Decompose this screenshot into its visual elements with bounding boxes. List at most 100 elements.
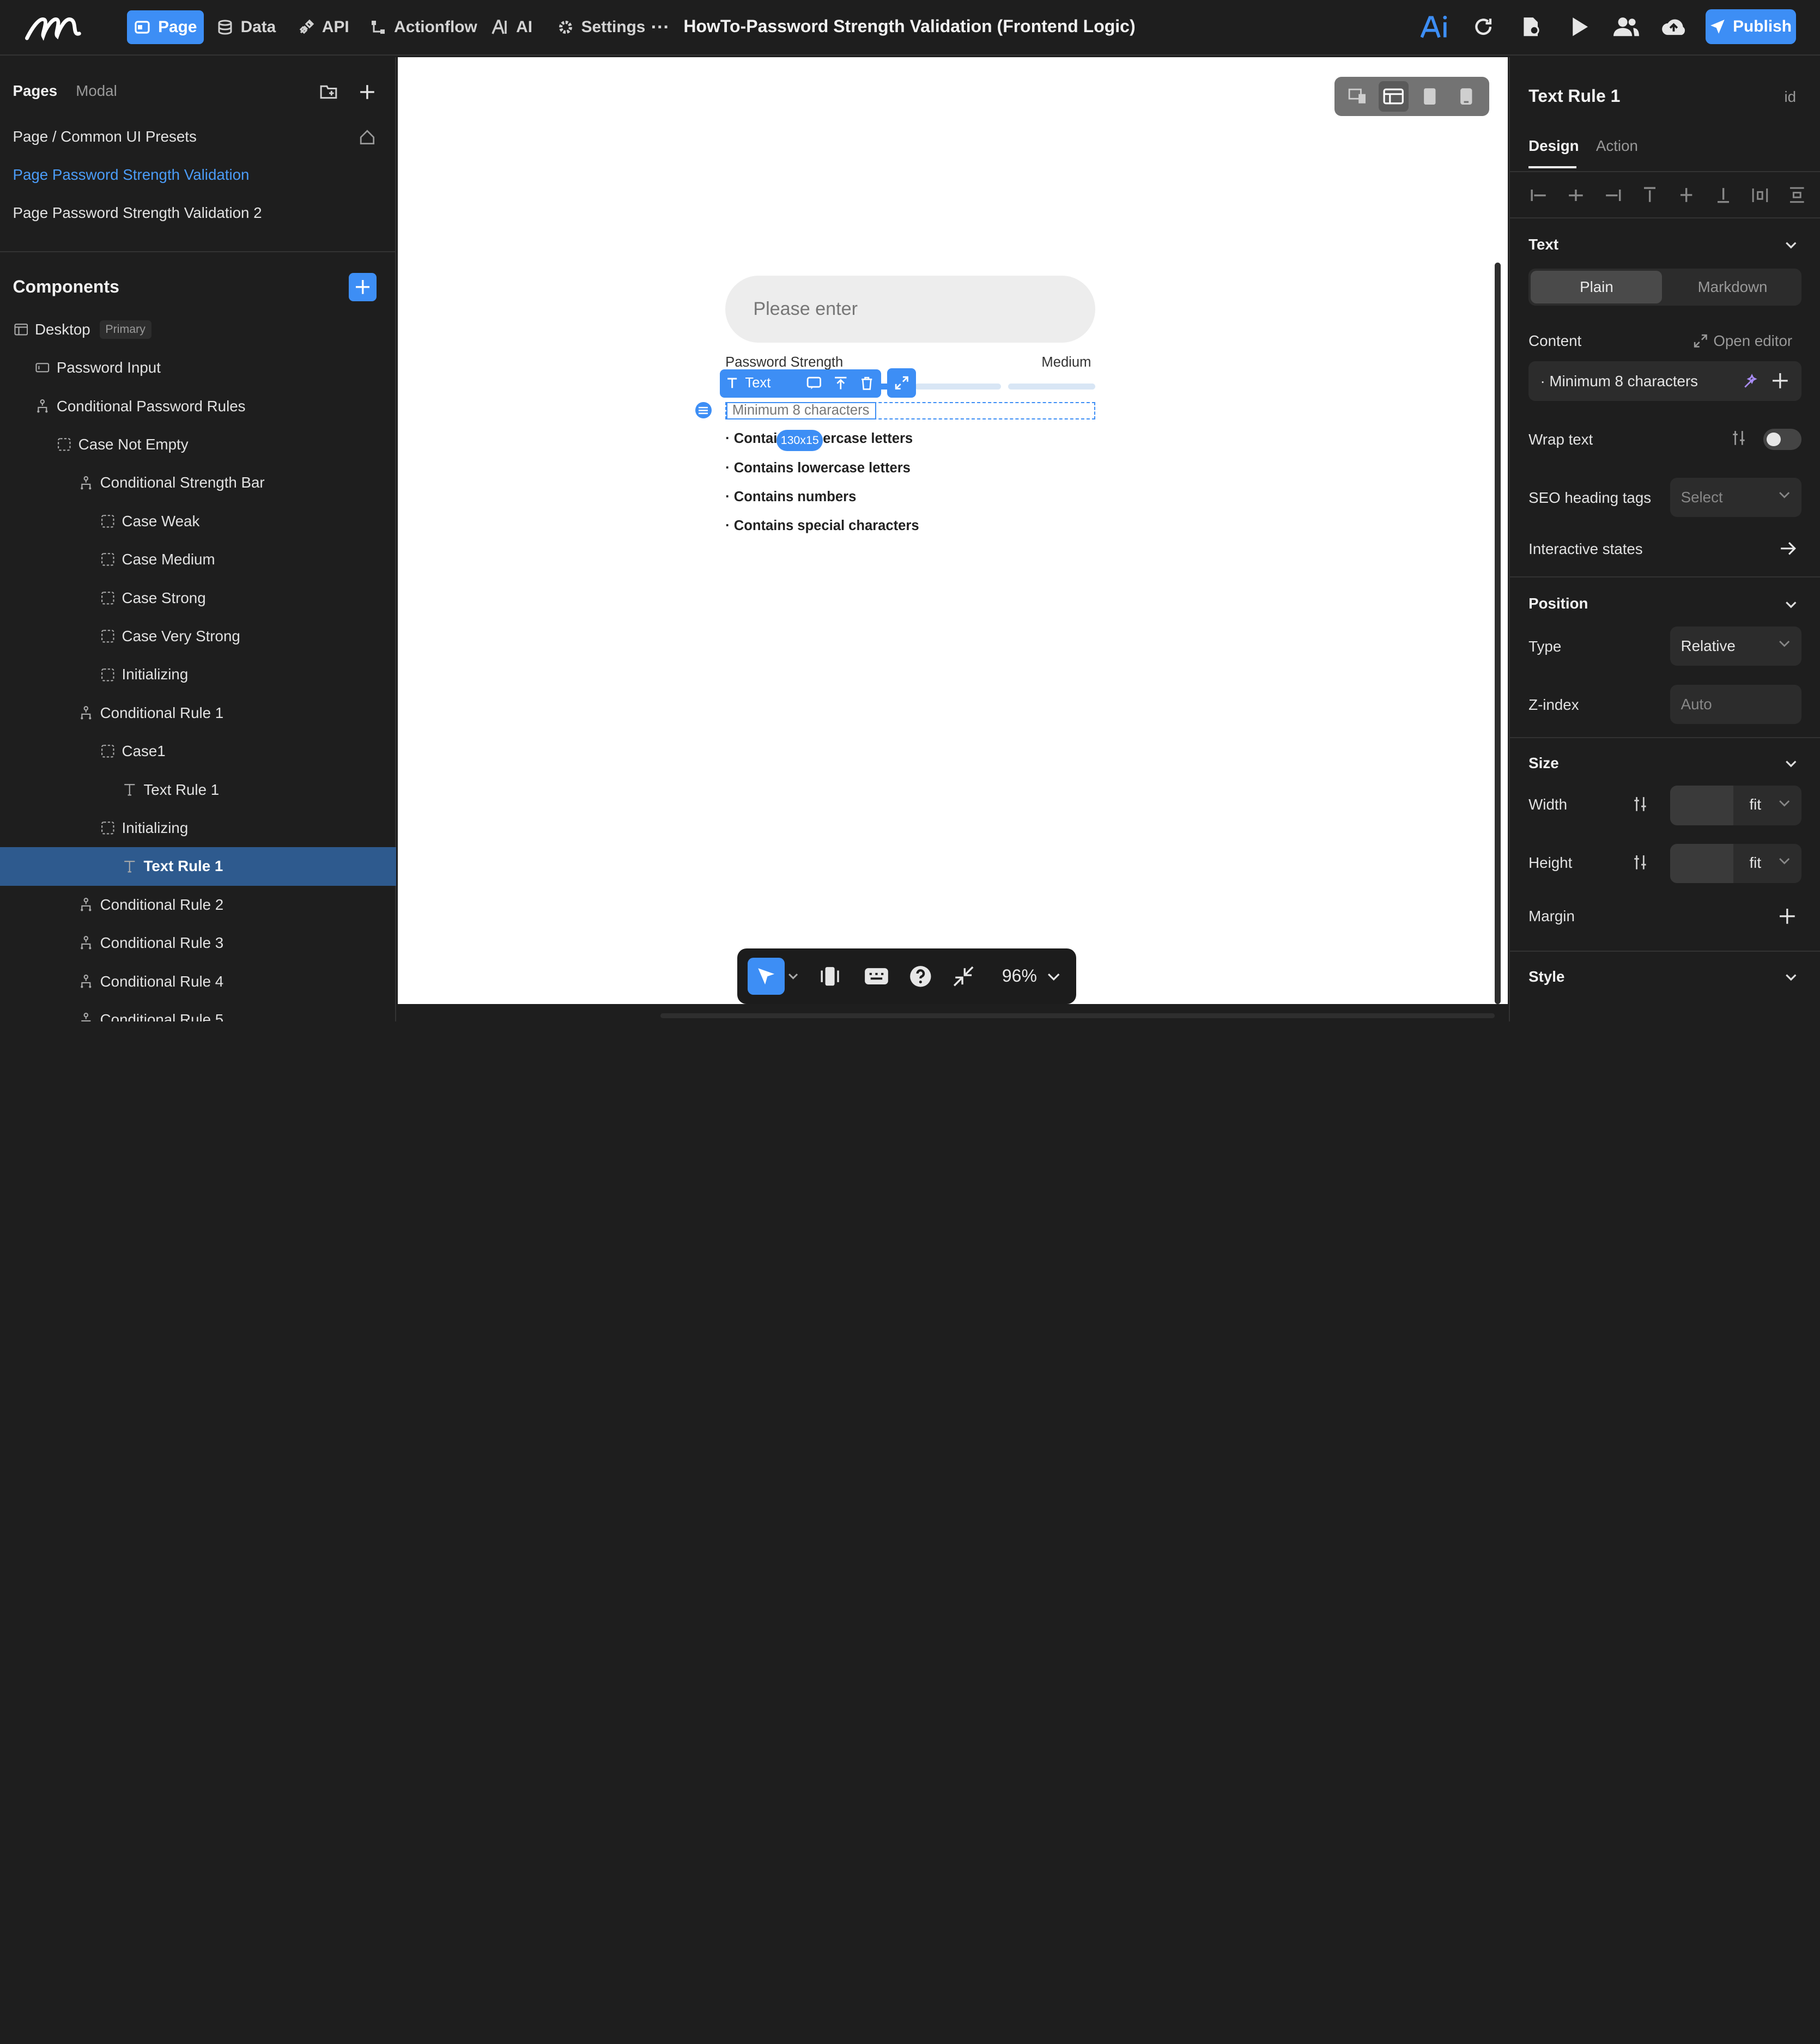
zoom-chevron-icon[interactable] (1047, 973, 1060, 981)
width-value-box[interactable] (1670, 786, 1733, 825)
tab-design[interactable]: Design (1528, 137, 1579, 155)
tree-item[interactable]: Conditional Rule 3 (0, 924, 396, 962)
align-right-icon[interactable] (1602, 185, 1623, 205)
ai-assistant-icon[interactable] (1420, 14, 1451, 40)
tree-item[interactable]: Password Input (0, 349, 396, 387)
tree-item[interactable]: Case Not Empty (0, 425, 396, 464)
size-chevron-icon[interactable] (1784, 757, 1798, 771)
tree-item[interactable]: Desktop Primary (0, 311, 396, 349)
move-up-icon[interactable] (834, 376, 848, 391)
comment-icon[interactable] (806, 376, 822, 391)
tree-item[interactable]: Conditional Rule 1 (0, 694, 396, 732)
horizontal-scrollbar[interactable] (660, 1013, 1495, 1018)
mobile-icon[interactable] (1451, 81, 1481, 111)
tree-item[interactable]: Conditional Rule 5 (0, 1001, 396, 1022)
tree-item[interactable]: Conditional Rule 4 (0, 962, 396, 1000)
nav-api[interactable]: API (290, 10, 356, 44)
align-left-icon[interactable] (1528, 185, 1549, 205)
desktop-icon[interactable] (1378, 81, 1409, 112)
wrap-binding-icon[interactable] (1731, 430, 1747, 446)
tree-item[interactable]: Initializing (0, 655, 396, 694)
style-chevron-icon[interactable] (1784, 970, 1798, 984)
tree-item[interactable]: Case Weak (0, 502, 396, 540)
width-binding-icon[interactable] (1632, 796, 1648, 812)
type-select[interactable]: Relative (1670, 626, 1802, 666)
mode-markdown[interactable]: Markdown (1667, 271, 1798, 303)
help-icon[interactable] (908, 963, 933, 989)
publish-button[interactable]: Publish (1705, 9, 1796, 45)
expand-icon[interactable] (887, 368, 917, 398)
tree-item[interactable]: Conditional Strength Bar (0, 464, 396, 502)
nav-data[interactable]: Data (209, 10, 283, 44)
tree-item[interactable]: Case1 (0, 732, 396, 770)
tab-pages[interactable]: Pages (13, 82, 57, 100)
password-input[interactable]: Please enter (725, 275, 1095, 343)
select-tool-button[interactable] (747, 957, 785, 995)
tree-item[interactable]: Text Rule 1 (0, 847, 397, 886)
content-input[interactable]: · Minimum 8 characters (1528, 361, 1802, 401)
height-value-box[interactable] (1670, 843, 1733, 884)
align-top-icon[interactable] (1639, 185, 1660, 205)
responsive-icon[interactable] (1342, 81, 1372, 111)
app-logo[interactable] (23, 10, 84, 43)
document-settings-icon[interactable] (1518, 14, 1544, 40)
align-center-v-icon[interactable] (1676, 185, 1697, 205)
element-id-button[interactable]: id (1784, 88, 1796, 106)
tree-item[interactable]: Conditional Rule 2 (0, 886, 396, 924)
home-icon[interactable] (357, 127, 378, 148)
height-binding-icon[interactable] (1632, 854, 1648, 871)
nav-page[interactable]: Page (126, 10, 204, 45)
add-page-icon[interactable] (357, 81, 378, 102)
add-component-button[interactable] (348, 273, 377, 301)
refresh-icon[interactable] (1471, 14, 1496, 40)
tree-item[interactable]: Initializing (0, 809, 396, 847)
cloud-sync-icon[interactable] (1661, 14, 1686, 40)
wrap-text-toggle[interactable] (1763, 429, 1802, 450)
tree-item[interactable]: Case Medium (0, 540, 396, 579)
distribute-v-icon[interactable] (1787, 185, 1807, 205)
align-center-h-icon[interactable] (1566, 185, 1586, 205)
more-menu-button[interactable]: ··· (644, 10, 677, 44)
text-section-chevron-icon[interactable] (1784, 238, 1798, 252)
open-editor-link[interactable]: Open editor (1694, 332, 1792, 350)
nav-ai[interactable]: AI (485, 10, 539, 44)
page-item-password-strength-2[interactable]: Page Password Strength Validation 2 (13, 204, 262, 222)
collapse-icon[interactable] (951, 963, 976, 989)
width-input[interactable]: fit (1670, 786, 1802, 825)
page-item-password-strength[interactable]: Page Password Strength Validation (13, 166, 249, 184)
preview-play-icon[interactable] (1567, 14, 1593, 40)
position-chevron-icon[interactable] (1784, 598, 1798, 612)
vertical-scrollbar[interactable] (1495, 263, 1501, 1005)
seo-select[interactable]: Select (1670, 477, 1802, 518)
zoom-level[interactable]: 96% (1002, 966, 1037, 986)
keyboard-icon[interactable] (864, 963, 889, 989)
zindex-input[interactable]: Auto (1670, 684, 1802, 725)
collaborators-icon[interactable] (1613, 14, 1639, 40)
frame-tool-icon[interactable] (817, 963, 843, 989)
tree-item[interactable]: Case Strong (0, 579, 396, 617)
design-canvas[interactable]: Please enter Password Strength Medium Mi… (397, 57, 1508, 1005)
page-item-common-ui[interactable]: Page / Common UI Presets (13, 128, 196, 145)
interactive-states-label[interactable]: Interactive states (1528, 540, 1643, 558)
delete-icon[interactable] (860, 376, 873, 391)
tree-item[interactable]: Conditional Password Rules (0, 387, 396, 425)
add-binding-icon[interactable] (1773, 373, 1788, 388)
selected-text-rule[interactable]: Minimum 8 characters (726, 402, 877, 420)
nav-actionflow[interactable]: Actionflow (363, 10, 484, 44)
drag-handle-icon[interactable] (695, 402, 712, 418)
add-margin-icon[interactable] (1779, 909, 1795, 924)
nav-settings[interactable]: Settings (550, 10, 652, 44)
tab-modal[interactable]: Modal (76, 82, 117, 100)
arrow-right-icon[interactable] (1780, 542, 1796, 556)
height-input[interactable]: fit (1670, 843, 1802, 884)
distribute-h-icon[interactable] (1750, 185, 1770, 205)
chevron-down-icon[interactable] (788, 973, 798, 980)
mode-plain[interactable]: Plain (1531, 271, 1663, 303)
magic-wand-icon[interactable] (1743, 373, 1759, 390)
align-bottom-icon[interactable] (1713, 185, 1733, 205)
tree-item[interactable]: Case Very Strong (0, 617, 396, 655)
tree-item[interactable]: Text Rule 1 (0, 770, 396, 808)
tablet-icon[interactable] (1415, 81, 1445, 111)
add-folder-icon[interactable] (319, 81, 339, 102)
tab-action[interactable]: Action (1596, 137, 1638, 155)
